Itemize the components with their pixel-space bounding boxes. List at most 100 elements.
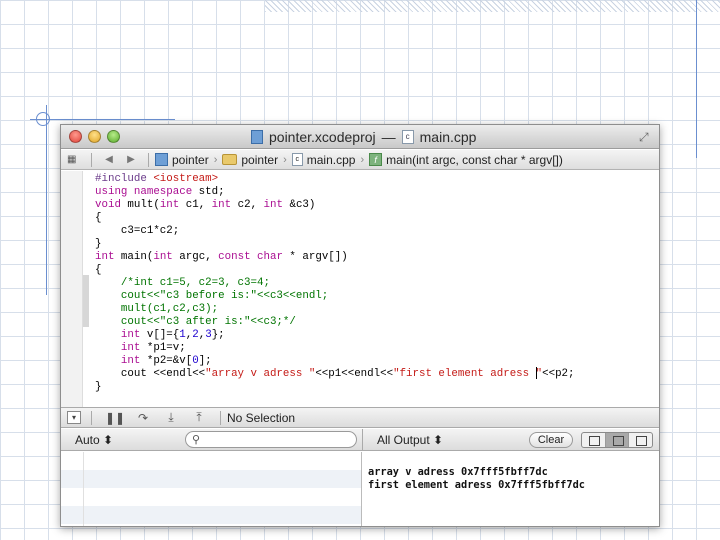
- folder-icon: [222, 154, 238, 165]
- code-line[interactable]: #include <iostream>: [95, 173, 575, 186]
- code-line[interactable]: }: [95, 381, 575, 394]
- code-token: <<p1<<endl<<: [315, 368, 394, 380]
- code-token: cout <<endl<<: [95, 368, 206, 380]
- code-token: #include: [95, 173, 154, 185]
- divider: [148, 152, 149, 167]
- crumb-label: pointer: [172, 152, 209, 167]
- crumb-function[interactable]: f main(int argc, const char * argv[]): [369, 153, 563, 167]
- related-items-icon[interactable]: ▦: [67, 154, 85, 165]
- debug-bar: ▾ ❚❚ ↷ ⤓ ⤒ No Selection: [61, 407, 659, 428]
- code-line[interactable]: /*int c1=5, c2=3, c3=4;: [95, 277, 575, 290]
- code-token: "first element adress ": [393, 368, 543, 380]
- code-line[interactable]: int v[]={1,2,3};: [95, 329, 575, 342]
- code-line[interactable]: cout<<"c3 after is:"<<c3;*/: [95, 316, 575, 329]
- console-text: array v adress 0x7fff5fbff7dc first elem…: [368, 466, 585, 491]
- code-token: }: [95, 238, 102, 250]
- pane-layout-control[interactable]: [581, 432, 653, 448]
- code-line[interactable]: mult(c1,c2,c3);: [95, 303, 575, 316]
- code-text[interactable]: #include <iostream> using namespace std; v…: [95, 173, 575, 394]
- code-line[interactable]: int *p2=&v[0];: [95, 355, 575, 368]
- title-file: main.cpp: [419, 129, 477, 145]
- code-line[interactable]: int main(int argc, const char * argv[]): [95, 251, 575, 264]
- code-token: mult(c1,c2,c3);: [95, 303, 219, 315]
- code-line[interactable]: cout <<endl<<"array v adress "<<p1<<endl…: [95, 368, 575, 381]
- list-item: [61, 452, 361, 470]
- output-filter-popup[interactable]: All Output ⬍: [377, 433, 443, 447]
- code-line[interactable]: cout<<"c3 before is:"<<c3<<endl;: [95, 290, 575, 303]
- source-editor[interactable]: #include <iostream> using namespace std; v…: [61, 171, 659, 407]
- crumb-file[interactable]: c main.cpp: [291, 152, 356, 167]
- code-token: v[]={: [140, 329, 180, 341]
- title-separator: —: [381, 129, 396, 145]
- code-token: c2,: [231, 199, 264, 211]
- fullscreen-icon[interactable]: ⤢: [639, 130, 653, 144]
- chevron-left-icon[interactable]: ◀: [98, 154, 120, 165]
- console-toolbar: Auto ⬍ ⚲ All Output ⬍ Clear: [61, 429, 659, 451]
- code-token: ];: [198, 355, 212, 367]
- code-token: const char: [218, 251, 283, 263]
- pause-icon[interactable]: ❚❚: [104, 411, 126, 425]
- code-token: cout<<"c3 before is:"<<c3<<endl;: [95, 290, 329, 302]
- crumb-label: main.cpp: [306, 152, 356, 167]
- code-token: c3=c1*c2;: [95, 225, 180, 237]
- search-input[interactable]: ⚲: [185, 431, 357, 448]
- variables-view[interactable]: [61, 452, 362, 526]
- hide-debug-area-icon[interactable]: ▾: [67, 411, 81, 424]
- crumb-label: pointer: [241, 152, 279, 167]
- code-line[interactable]: {: [95, 212, 575, 225]
- crumb-folder[interactable]: pointer: [222, 153, 278, 167]
- right-pane-icon[interactable]: [629, 433, 652, 447]
- code-line[interactable]: void mult(int c1, int c2, int &c3): [95, 199, 575, 212]
- code-token: *p1=v;: [140, 342, 186, 354]
- left-pane-icon[interactable]: [582, 433, 606, 447]
- code-token: mult(: [120, 199, 160, 211]
- slide-guide-vertical: [46, 105, 47, 295]
- code-token: cout<<"c3 after is:"<<c3;*/: [95, 316, 296, 328]
- code-line[interactable]: c3=c1*c2;: [95, 225, 575, 238]
- code-token: int: [211, 199, 232, 211]
- xcode-window: pointer.xcodeproj — c main.cpp ⤢ ▦ ◀ ▶ p…: [60, 124, 660, 527]
- crumb-label: main(int argc, const char * argv[]): [386, 152, 563, 167]
- divider: [91, 152, 92, 167]
- code-token: <<p2;: [542, 368, 575, 380]
- code-token: using namespace: [95, 186, 193, 198]
- jump-bar: ▦ ◀ ▶ pointer › pointer › c main.cpp › f…: [61, 150, 659, 170]
- line-gutter[interactable]: [61, 171, 83, 407]
- code-token: }: [95, 381, 102, 393]
- code-token: int: [263, 199, 283, 211]
- chevron-right-icon[interactable]: ▶: [120, 154, 142, 165]
- both-panes-icon[interactable]: [605, 433, 630, 447]
- code-line[interactable]: using namespace std;: [95, 186, 575, 199]
- project-icon: [155, 153, 168, 166]
- code-line[interactable]: {: [95, 264, 575, 277]
- variables-scope-popup[interactable]: Auto ⬍: [75, 433, 113, 447]
- zoom-icon[interactable]: [107, 130, 120, 143]
- selection-status: No Selection: [227, 410, 296, 425]
- clear-button[interactable]: Clear: [529, 432, 573, 448]
- close-icon[interactable]: [69, 130, 82, 143]
- code-token: <iostream>: [153, 173, 219, 185]
- code-token: };: [211, 329, 225, 341]
- code-token: int: [153, 251, 173, 263]
- window-title: pointer.xcodeproj — c main.cpp: [251, 129, 476, 145]
- code-line[interactable]: int *p1=v;: [95, 342, 575, 355]
- step-out-icon[interactable]: ⤒: [188, 410, 210, 425]
- code-line[interactable]: }: [95, 238, 575, 251]
- function-icon: f: [369, 153, 383, 166]
- console-output[interactable]: array v adress 0x7fff5fbff7dc first elem…: [363, 452, 659, 526]
- code-token: *p2=&v[: [140, 355, 193, 367]
- code-token: main(: [114, 251, 154, 263]
- minimize-icon[interactable]: [88, 130, 101, 143]
- divider: [91, 410, 92, 425]
- search-icon: ⚲: [192, 434, 201, 446]
- code-token: /*int c1=5, c2=3, c3=4;: [95, 277, 270, 289]
- step-over-icon[interactable]: ↷: [132, 411, 154, 425]
- code-token: std;: [192, 186, 225, 198]
- crumb-project[interactable]: pointer: [155, 153, 209, 167]
- step-into-icon[interactable]: ⤓: [160, 410, 182, 425]
- divider: [220, 410, 221, 425]
- code-token: * argv[]): [282, 251, 348, 263]
- list-item: [61, 506, 361, 524]
- code-fold-marker[interactable]: [83, 275, 89, 327]
